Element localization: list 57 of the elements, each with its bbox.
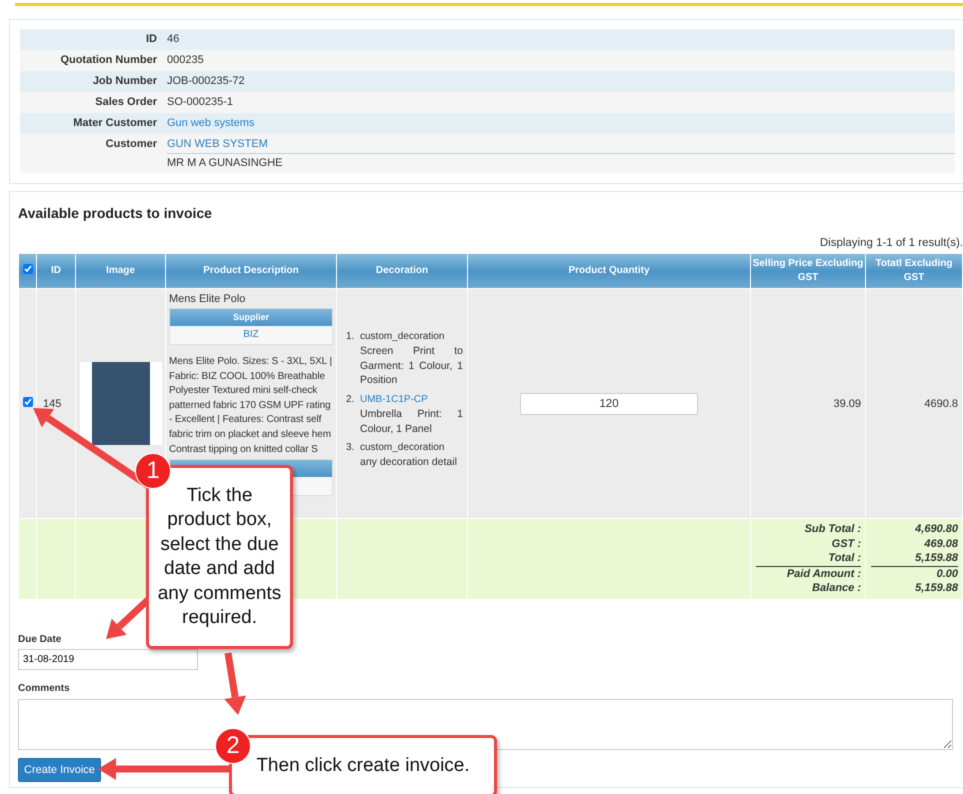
field-label: ID bbox=[145, 32, 158, 45]
column-header: Product Description bbox=[166, 254, 336, 288]
total-label: Paid Amount : bbox=[786, 566, 861, 582]
product-name: Mens Elite Polo bbox=[169, 293, 246, 305]
product-description: Mens Elite Polo. Sizes: S - 3XL, 5XL | Fabric: BIZ COOL 100% Breathable Polyester Textured mini self-check patterned fabric 170 GSM UPF rating - Excellent | Features: Contrast self fabric trim on placket and sleeve hem Contrast tipping on knitted collar S bbox=[169, 355, 333, 457]
field-value: JOB-000235-72 bbox=[167, 75, 245, 87]
row-checkbox[interactable] bbox=[22, 397, 32, 407]
field-value: 46 bbox=[167, 33, 180, 45]
total-value: 0.00 bbox=[936, 566, 958, 582]
decoration-detail: Umbrella Print: 1 Colour, 1 Panel bbox=[360, 407, 463, 436]
table-cell: 4690.8 bbox=[866, 288, 962, 518]
supplier-link[interactable]: BIZ bbox=[243, 329, 259, 340]
list-number: 3. bbox=[346, 442, 356, 456]
total-label: Balance : bbox=[811, 581, 861, 596]
total-label: GST : bbox=[830, 536, 861, 552]
field-label: Customer bbox=[104, 137, 158, 150]
field-label: Mater Customer bbox=[72, 116, 158, 129]
result-summary: Displaying 1-1 of 1 result(s). bbox=[818, 237, 963, 249]
column-header: Image bbox=[76, 254, 166, 288]
decoration-code: custom_decoration bbox=[360, 442, 446, 454]
decoration-detail: any decoration detail bbox=[360, 455, 458, 470]
field-label: Comments bbox=[18, 683, 71, 694]
column-header: Product Quantity bbox=[468, 254, 750, 288]
total-value: 4,690.80 bbox=[914, 522, 958, 537]
total-value: 5,159.88 bbox=[914, 581, 958, 596]
supplier-header: Supplier bbox=[170, 309, 332, 326]
customer-link[interactable]: Gun web systems bbox=[167, 117, 254, 129]
total-value: 5,159.88 bbox=[871, 551, 958, 567]
column-header: Selling Price Excluding GST bbox=[750, 254, 866, 288]
select-all-checkbox[interactable] bbox=[22, 264, 32, 274]
column-header: ID bbox=[36, 254, 76, 288]
column-header: Decoration bbox=[336, 254, 468, 288]
decoration-code: custom_decoration bbox=[360, 331, 446, 342]
table-cell: 145 bbox=[36, 288, 76, 518]
arrow bbox=[224, 652, 246, 715]
table-cell: 39.09 bbox=[750, 288, 866, 518]
section-title: Available products to invoice bbox=[18, 205, 213, 221]
total-label: Total : bbox=[756, 551, 861, 567]
due-date-field[interactable]: 31-08-2019 bbox=[18, 649, 198, 670]
field-value: 000235 bbox=[167, 54, 204, 66]
list-number: 1. bbox=[346, 331, 356, 344]
field-label: Job Number bbox=[92, 74, 158, 87]
field-value: SO-000235-1 bbox=[167, 96, 234, 108]
customer-link[interactable]: GUN WEB SYSTEM bbox=[167, 138, 268, 150]
create-invoice-button[interactable]: Create Invoice bbox=[18, 758, 101, 782]
field-label: Quotation Number bbox=[59, 53, 158, 66]
decoration-link[interactable]: UMB-1C1P-CP bbox=[360, 394, 463, 405]
quantity-field[interactable]: 120 bbox=[520, 392, 698, 414]
field-label: Sales Order bbox=[94, 95, 158, 108]
column-header: Totatl Excluding GST bbox=[866, 254, 962, 288]
list-number: 2. bbox=[346, 394, 356, 407]
decoration-detail: Screen Print to Garment: 1 Colour, 1 Position bbox=[360, 344, 463, 388]
total-label: Sub Total : bbox=[804, 522, 861, 537]
field-label: Due Date bbox=[18, 634, 62, 645]
customer-contact: MR M A GUNASINGHE bbox=[167, 157, 283, 169]
callout-text: Then click create invoice. bbox=[256, 754, 470, 778]
total-value: 469.08 bbox=[923, 536, 958, 552]
